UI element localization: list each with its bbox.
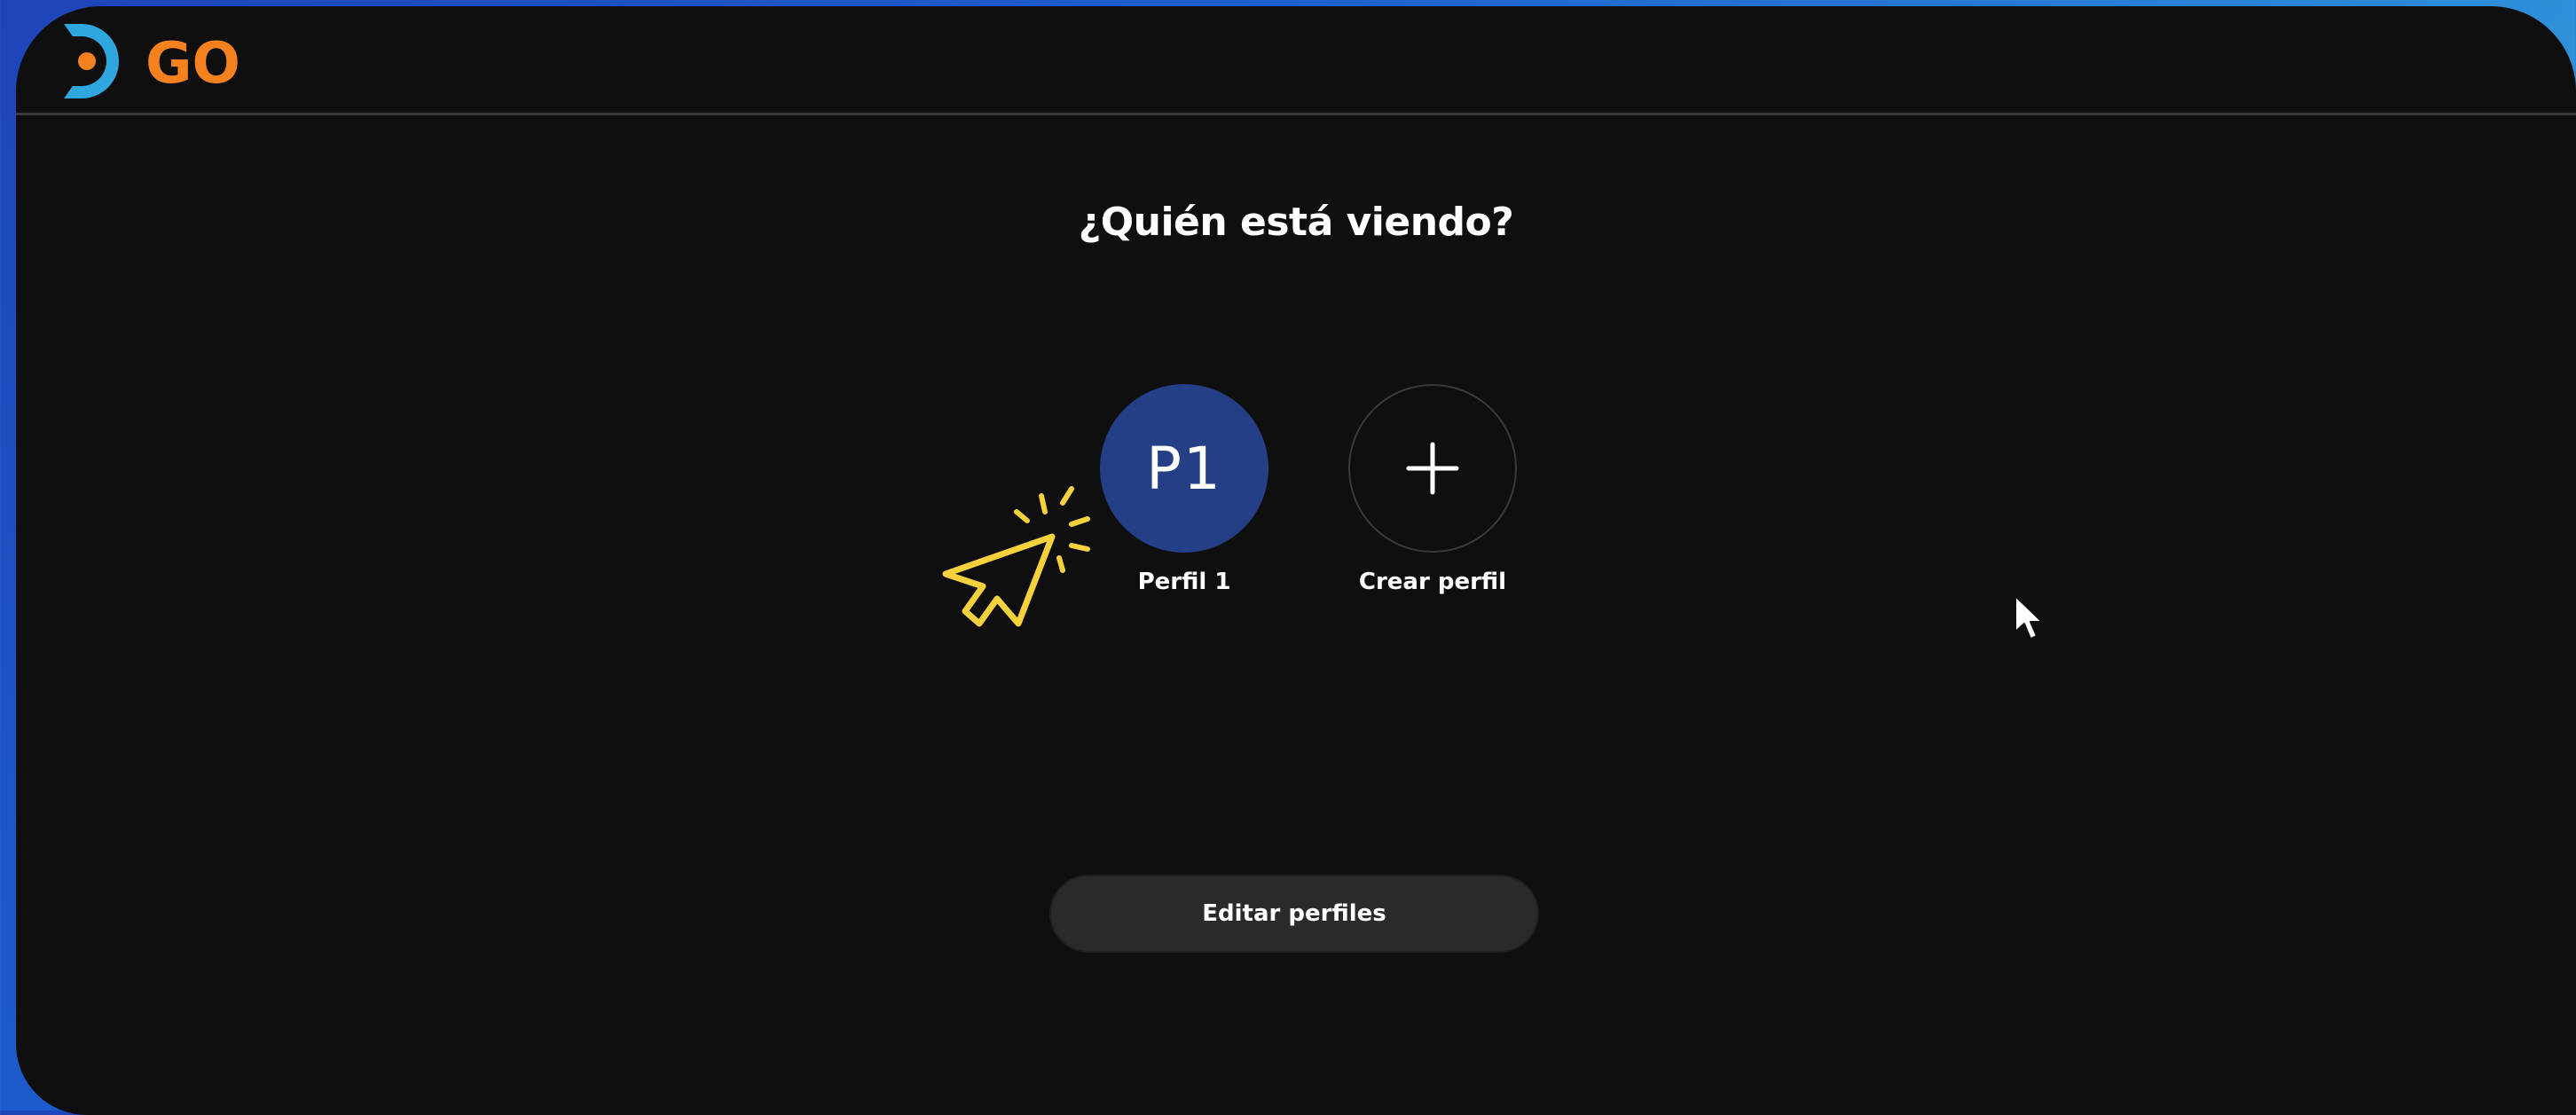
mouse-pointer-icon (2014, 595, 2043, 640)
top-bar: GO (16, 6, 2576, 115)
click-cursor-icon (942, 486, 1090, 627)
profile-name: Perfil 1 (1137, 569, 1231, 595)
profile-card-perfil-1[interactable]: P1 Perfil 1 (1069, 384, 1300, 595)
edit-profiles-button[interactable]: Editar perfiles (1049, 875, 1539, 953)
create-profile-card[interactable]: Crear perfil (1317, 384, 1548, 595)
svg-text:GO: GO (145, 31, 240, 97)
create-profile-button[interactable] (1348, 384, 1517, 553)
logo-graphic: GO (64, 24, 240, 98)
create-profile-label: Crear perfil (1358, 569, 1507, 595)
app-logo[interactable]: GO (57, 17, 270, 106)
profile-avatar[interactable]: P1 (1100, 384, 1268, 553)
page-title: ¿Quién está viendo? (1078, 200, 1514, 245)
plus-icon (1406, 442, 1459, 495)
profile-initials: P1 (1146, 434, 1222, 503)
app-window: GO ¿Quién está viendo? P1 Perfil 1 Crear… (16, 6, 2576, 1115)
